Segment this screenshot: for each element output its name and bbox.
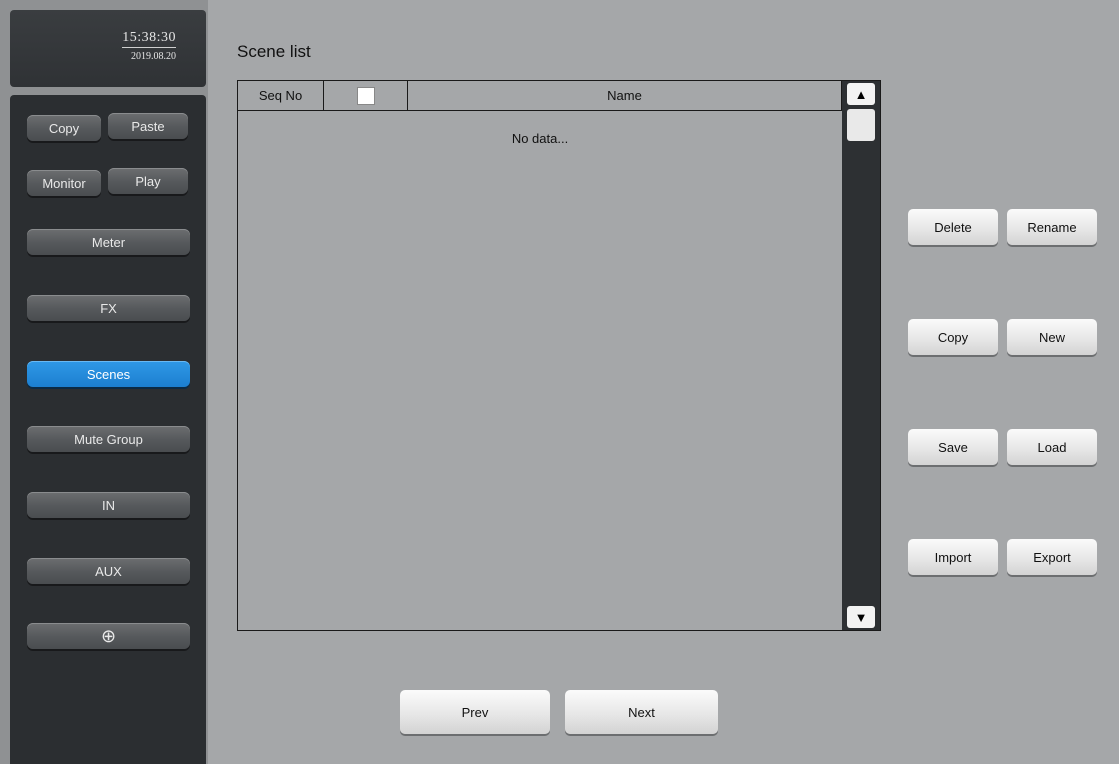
- import-button[interactable]: Import: [908, 539, 998, 575]
- sidebar: 15:38:30 2019.08.20 Copy Paste Monitor P…: [0, 0, 208, 764]
- clock-time: 15:38:30: [122, 30, 176, 48]
- play-button[interactable]: Play: [108, 168, 188, 194]
- page-title: Scene list: [237, 42, 311, 61]
- load-button[interactable]: Load: [1007, 429, 1097, 465]
- crosshair-icon: ⊕: [100, 625, 117, 646]
- select-all-checkbox[interactable]: [356, 86, 375, 105]
- copy-scene-button[interactable]: Copy: [908, 319, 998, 355]
- export-button[interactable]: Export: [1007, 539, 1097, 575]
- next-page-button[interactable]: Next: [565, 690, 718, 734]
- scroll-up-button[interactable]: ▲: [847, 83, 875, 105]
- save-button[interactable]: Save: [908, 429, 998, 465]
- main-panel: Scene list Seq No Name No data... ▲ ▼ De…: [208, 10, 1119, 764]
- triangle-down-icon: ▼: [854, 609, 868, 625]
- new-scene-button[interactable]: New: [1007, 319, 1097, 355]
- empty-state-text: No data...: [511, 131, 569, 146]
- scroll-thumb[interactable]: [847, 109, 875, 141]
- nav-item-meter[interactable]: Meter: [27, 229, 190, 255]
- table-header: Seq No Name: [238, 81, 842, 111]
- nav-item-fx[interactable]: FX: [27, 295, 190, 321]
- column-header-select: [324, 81, 408, 110]
- nav-item-aux[interactable]: AUX: [27, 558, 190, 584]
- nav-panel: Copy Paste Monitor Play Meter FX Scenes …: [10, 95, 206, 764]
- delete-button[interactable]: Delete: [908, 209, 998, 245]
- scroll-down-button[interactable]: ▼: [847, 606, 875, 628]
- column-header-name[interactable]: Name: [408, 81, 842, 110]
- rename-button[interactable]: Rename: [1007, 209, 1097, 245]
- monitor-button[interactable]: Monitor: [27, 170, 101, 196]
- settings-button[interactable]: ⊕: [27, 623, 190, 649]
- clock-panel: 15:38:30 2019.08.20: [10, 10, 206, 87]
- nav-item-in[interactable]: IN: [27, 492, 190, 518]
- copy-button[interactable]: Copy: [27, 115, 101, 141]
- column-header-seq-no[interactable]: Seq No: [238, 81, 324, 110]
- nav-item-scenes[interactable]: Scenes: [27, 361, 190, 387]
- scene-list-table: Seq No Name No data... ▲ ▼: [237, 80, 881, 631]
- clock-date: 2019.08.20: [131, 51, 176, 62]
- scrollbar[interactable]: ▲ ▼: [842, 81, 880, 630]
- prev-page-button[interactable]: Prev: [400, 690, 550, 734]
- triangle-up-icon: ▲: [854, 86, 868, 102]
- paste-button[interactable]: Paste: [108, 113, 188, 139]
- nav-item-mute-group[interactable]: Mute Group: [27, 426, 190, 452]
